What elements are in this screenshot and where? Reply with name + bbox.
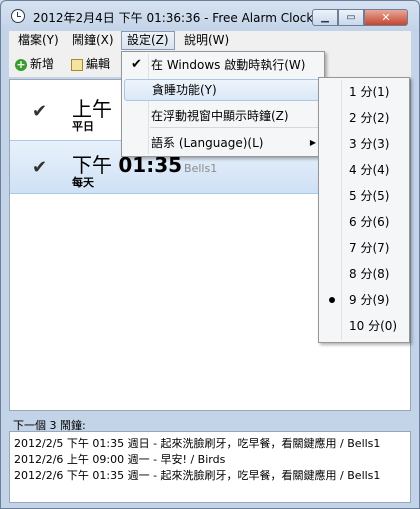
- window-title: 2012年2月4日 下午 01:36:36 - Free Alarm Clock: [33, 11, 314, 25]
- alarm-days: 每天: [72, 176, 94, 189]
- add-button[interactable]: + 新增: [15, 55, 54, 73]
- alarm-enabled-checkbox[interactable]: ✔: [32, 157, 47, 178]
- snooze-option[interactable]: 4 分(4): [321, 157, 407, 183]
- alarm-sound: Bells1: [184, 162, 218, 175]
- edit-button[interactable]: 編輯: [71, 55, 110, 73]
- edit-icon: [71, 58, 83, 71]
- snooze-option-label: 8 分(8): [349, 267, 390, 281]
- next-alarms-list: 2012/2/5 下午 01:35 週日 - 起來洗臉刷牙，吃早餐，看關鍵應用 …: [9, 431, 411, 503]
- menu-item-language[interactable]: 語系 (Language)(L) ▶: [124, 132, 322, 154]
- menu-help[interactable]: 說明(W): [179, 31, 234, 50]
- snooze-option-label: 2 分(2): [349, 111, 390, 125]
- app-window: 2012年2月4日 下午 01:36:36 - Free Alarm Clock…: [0, 0, 420, 509]
- menu-item-label: 貪睡功能(Y): [152, 83, 217, 97]
- snooze-option[interactable]: 3 分(3): [321, 131, 407, 157]
- snooze-option-label: 5 分(5): [349, 189, 390, 203]
- next-alarm-item: 2012/2/6 上午 09:00 週一 - 早安! / Birds: [14, 453, 226, 466]
- menu-item-run-on-startup[interactable]: ✔ 在 Windows 啟動時執行(W): [124, 54, 322, 76]
- snooze-option-label: 9 分(9): [349, 293, 390, 307]
- snooze-option-label: 6 分(6): [349, 215, 390, 229]
- alarm-enabled-checkbox[interactable]: ✔: [32, 101, 47, 122]
- submenu-arrow-icon: ▶: [309, 138, 316, 147]
- menu-alarm[interactable]: 鬧鐘(X): [67, 31, 119, 50]
- snooze-option[interactable]: 6 分(6): [321, 209, 407, 235]
- edit-label: 編輯: [86, 57, 111, 71]
- snooze-option[interactable]: 2 分(2): [321, 105, 407, 131]
- radio-dot-icon: [329, 297, 335, 303]
- snooze-submenu: 1 分(1) 2 分(2) 3 分(3) 4 分(4) 5 分(5) 6 分(6…: [318, 77, 410, 343]
- next-alarm-item: 2012/2/6 下午 01:35 週一 - 起來洗臉刷牙，吃早餐，看關鍵應用 …: [14, 469, 381, 482]
- menu-file[interactable]: 檔案(Y): [13, 31, 64, 50]
- menu-bar: 檔案(Y) 鬧鐘(X) 設定(Z) 說明(W): [9, 31, 411, 51]
- snooze-option-label: 10 分(0): [349, 319, 398, 333]
- add-label: 新增: [30, 57, 55, 71]
- snooze-option[interactable]: 7 分(7): [321, 235, 407, 261]
- snooze-option-label: 4 分(4): [349, 163, 390, 177]
- next-alarm-item: 2012/2/5 下午 01:35 週日 - 起來洗臉刷牙，吃早餐，看關鍵應用 …: [14, 437, 381, 450]
- menu-separator: [150, 127, 320, 128]
- snooze-option-label: 3 分(3): [349, 137, 390, 151]
- add-icon: +: [15, 57, 27, 71]
- maximize-button[interactable]: ▭: [338, 9, 364, 26]
- menu-item-label: 在浮動視窗中顯示時鐘(Z): [151, 109, 289, 123]
- menu-item-floating-clock[interactable]: 在浮動視窗中顯示時鐘(Z): [124, 105, 322, 127]
- snooze-option[interactable]: 10 分(0): [321, 313, 407, 339]
- menu-settings[interactable]: 設定(Z): [121, 31, 175, 50]
- snooze-option[interactable]: 5 分(5): [321, 183, 407, 209]
- settings-dropdown-menu: ✔ 在 Windows 啟動時執行(W) 貪睡功能(Y) 在浮動視窗中顯示時鐘(…: [121, 51, 325, 157]
- snooze-option-label: 1 分(1): [349, 85, 390, 99]
- snooze-option-label: 7 分(7): [349, 241, 390, 255]
- alarm-days: 平日: [72, 120, 94, 133]
- menu-item-snooze[interactable]: 貪睡功能(Y): [124, 79, 322, 101]
- checkmark-icon: ✔: [131, 57, 142, 72]
- close-button[interactable]: ✕: [364, 9, 408, 26]
- title-bar[interactable]: 2012年2月4日 下午 01:36:36 - Free Alarm Clock…: [1, 1, 419, 31]
- menu-item-label: 語系 (Language)(L): [151, 136, 264, 150]
- snooze-option[interactable]: 8 分(8): [321, 261, 407, 287]
- alarm-clock-icon: [11, 9, 25, 23]
- menu-item-label: 在 Windows 啟動時執行(W): [151, 58, 306, 72]
- snooze-option[interactable]: 1 分(1): [321, 79, 407, 105]
- minimize-button[interactable]: ▁: [312, 9, 338, 26]
- snooze-option-selected[interactable]: 9 分(9): [321, 287, 407, 313]
